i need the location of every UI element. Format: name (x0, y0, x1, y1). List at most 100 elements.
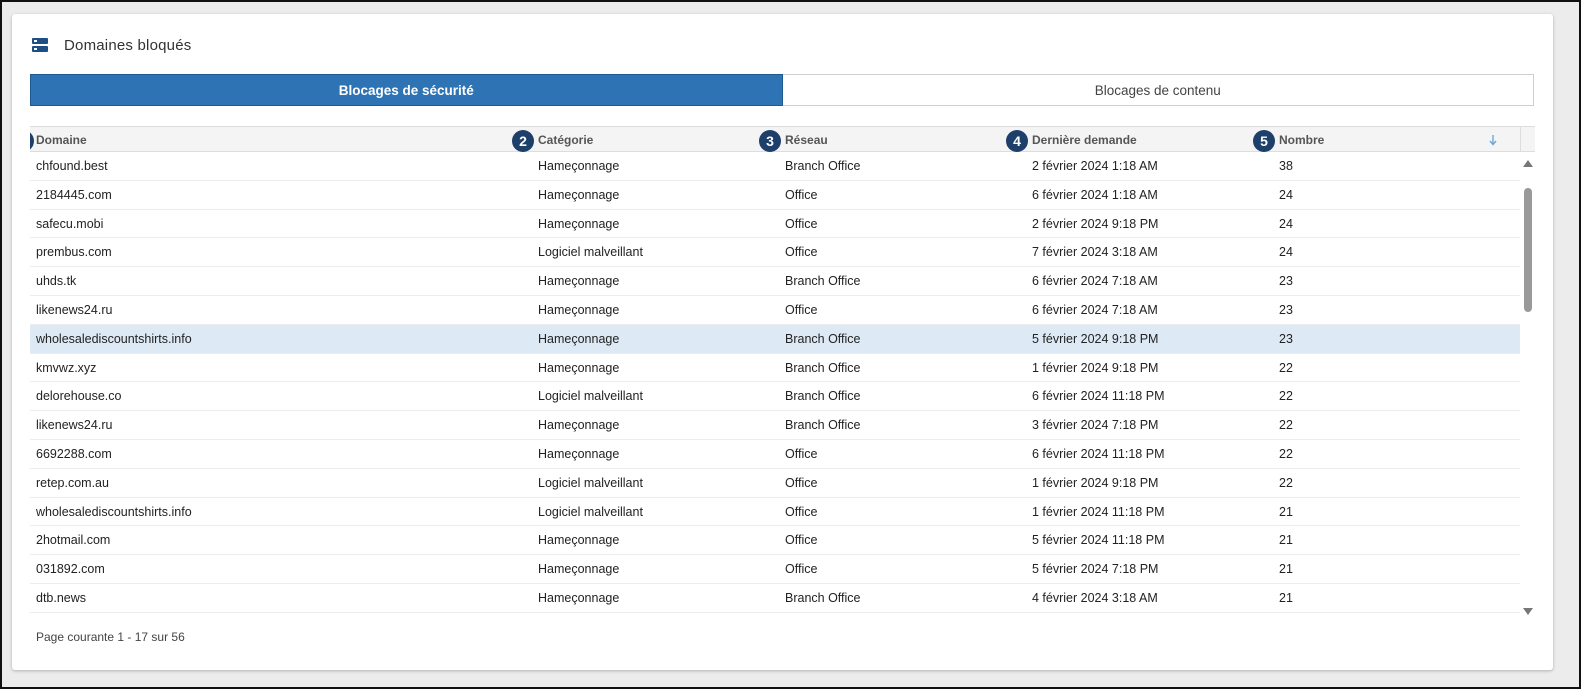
cell-last-request: 6 février 2024 1:18 AM (1032, 187, 1158, 202)
cell-network: Office (785, 533, 818, 548)
cell-count: 22 (1279, 475, 1293, 490)
cell-domain: prembus.com (36, 245, 112, 260)
blocked-domains-table: 1 Domaine 2 Catégorie 3 Réseau 4 Dernièr… (30, 126, 1535, 626)
cell-last-request: 5 février 2024 7:18 PM (1032, 562, 1159, 577)
table-row[interactable]: chfound.best Hameçonnage Branch Office 2 fé… (30, 152, 1520, 181)
scrollbar-thumb[interactable] (1524, 188, 1532, 312)
cell-category: Hameçonnage (538, 187, 620, 202)
sort-down-arrow-icon[interactable] (1488, 133, 1498, 147)
panel-title: Domaines bloqués (64, 36, 192, 54)
cell-category: Hameçonnage (538, 360, 620, 375)
cell-category: Hameçonnage (538, 591, 620, 605)
cell-count: 23 (1279, 274, 1293, 289)
cell-count: 21 (1279, 504, 1293, 519)
cell-category: Hameçonnage (538, 447, 620, 461)
cell-category: Logiciel malveillant (538, 245, 643, 260)
header-corner (1520, 126, 1535, 152)
cell-domain: 2184445.com (36, 187, 112, 202)
table-row[interactable]: 031892.com Hameçonnage Office 5 février 202… (30, 555, 1520, 584)
table-row[interactable]: 2hotmail.com Hameçonnage Office 5 février 2… (30, 526, 1520, 556)
cell-count: 24 (1279, 245, 1293, 260)
cell-domain: chfound.best (36, 159, 108, 173)
cell-count: 21 (1279, 533, 1293, 548)
cell-last-request: 5 février 2024 11:18 PM (1032, 533, 1165, 548)
cell-count: 24 (1279, 216, 1293, 231)
cell-last-request: 1 février 2024 9:18 PM (1032, 360, 1159, 375)
cell-count: 22 (1279, 418, 1293, 433)
cell-last-request: 4 février 2024 3:18 AM (1032, 591, 1158, 605)
cell-category: Hameçonnage (538, 562, 620, 577)
cell-network: Office (785, 187, 818, 202)
cell-count: 23 (1279, 303, 1293, 317)
table-row[interactable]: 6692288.com Hameçonnage Office 6 février 20… (30, 440, 1520, 469)
column-header-last-request[interactable]: Dernière demande (1032, 127, 1137, 153)
cell-category: Logiciel malveillant (538, 504, 643, 519)
cell-category: Hameçonnage (538, 159, 620, 173)
table-row[interactable]: safecu.mobi Hameçonnage Office 2 février 20… (30, 210, 1520, 239)
cell-network: Office (785, 447, 818, 461)
scroll-down-icon[interactable] (1523, 608, 1533, 615)
scroll-up-icon[interactable] (1523, 160, 1533, 167)
cell-last-request: 1 février 2024 9:18 PM (1032, 475, 1159, 490)
cell-last-request: 6 février 2024 7:18 AM (1032, 303, 1158, 317)
column-badge: 2 (512, 130, 534, 152)
cell-domain: likenews24.ru (36, 303, 113, 317)
cell-category: Hameçonnage (538, 533, 620, 548)
cell-category: Hameçonnage (538, 274, 620, 289)
cell-count: 23 (1279, 331, 1293, 346)
column-badge: 3 (759, 130, 781, 152)
pagination-info: Page courante 1 - 17 sur 56 (36, 630, 185, 644)
table-row[interactable]: prembus.com Logiciel malveillant Office 7 f… (30, 238, 1520, 268)
table-row[interactable]: likenews24.ru Hameçonnage Office 6 février … (30, 296, 1520, 325)
table-row[interactable]: wholesalediscountshirts.info Hameçonnage B… (30, 324, 1520, 354)
cell-domain: retep.com.au (36, 475, 109, 490)
cell-category: Hameçonnage (538, 216, 620, 231)
table-row[interactable]: likenews24.ru Hameçonnage Branch Office 3 f… (30, 411, 1520, 440)
column-header-domain[interactable]: Domaine (36, 127, 87, 153)
tab-bar: Blocages de sécurité Blocages de contenu (30, 74, 1534, 106)
cell-domain: 2hotmail.com (36, 533, 111, 548)
cell-domain: 6692288.com (36, 447, 112, 461)
cell-network: Office (785, 475, 818, 490)
cell-category: Logiciel malveillant (538, 389, 643, 404)
table-row[interactable]: wholesalediscountshirts.info Logiciel mal… (30, 498, 1520, 527)
cell-category: Hameçonnage (538, 331, 620, 346)
cell-count: 22 (1279, 447, 1293, 461)
cell-network: Branch Office (785, 591, 861, 605)
column-header-network[interactable]: Réseau (785, 127, 828, 153)
column-header-count[interactable]: Nombre (1279, 127, 1324, 153)
cell-network: Branch Office (785, 274, 861, 289)
server-list-icon (32, 38, 48, 52)
cell-count: 24 (1279, 187, 1293, 202)
cell-network: Branch Office (785, 331, 861, 346)
cell-domain: uhds.tk (36, 274, 77, 289)
vertical-scrollbar[interactable] (1520, 152, 1535, 626)
column-badge: 5 (1253, 130, 1275, 152)
tab-security-blocks[interactable]: Blocages de sécurité (30, 74, 783, 106)
table-row[interactable]: dtb.news Hameçonnage Branch Office 4 févrie… (30, 584, 1520, 613)
cell-count: 22 (1279, 360, 1293, 375)
cell-network: Office (785, 303, 818, 317)
cell-category: Hameçonnage (538, 418, 620, 433)
cell-domain: wholesalediscountshirts.info (36, 504, 192, 519)
cell-domain: likenews24.ru (36, 418, 113, 433)
tab-content-blocks[interactable]: Blocages de contenu (782, 74, 1534, 106)
cell-network: Office (785, 216, 818, 231)
table-row[interactable]: 2184445.com Hameçonnage Office 6 février 20… (30, 181, 1520, 210)
table-row[interactable]: kmvwz.xyz Hameçonnage Branch Office 1 févri… (30, 354, 1520, 383)
cell-count: 38 (1279, 159, 1293, 173)
cell-count: 21 (1279, 591, 1293, 605)
cell-count: 22 (1279, 389, 1293, 404)
table-row[interactable]: retep.com.au Logiciel malveillant Office 1 … (30, 469, 1520, 498)
table-row[interactable]: uhds.tk Hameçonnage Branch Office 6 février… (30, 267, 1520, 296)
column-header-category[interactable]: Catégorie (538, 127, 593, 153)
cell-network: Branch Office (785, 360, 861, 375)
table-row[interactable]: delorehouse.co Logiciel malveillant Branch… (30, 382, 1520, 412)
panel-header: Domaines bloqués (32, 34, 191, 56)
table-body: chfound.best Hameçonnage Branch Office 2 fé… (30, 152, 1520, 626)
cell-last-request: 6 février 2024 7:18 AM (1032, 274, 1158, 289)
column-badge: 4 (1006, 130, 1028, 152)
table-header: 1 Domaine 2 Catégorie 3 Réseau 4 Dernièr… (30, 126, 1520, 152)
cell-domain: 031892.com (36, 562, 105, 577)
cell-network: Office (785, 562, 818, 577)
